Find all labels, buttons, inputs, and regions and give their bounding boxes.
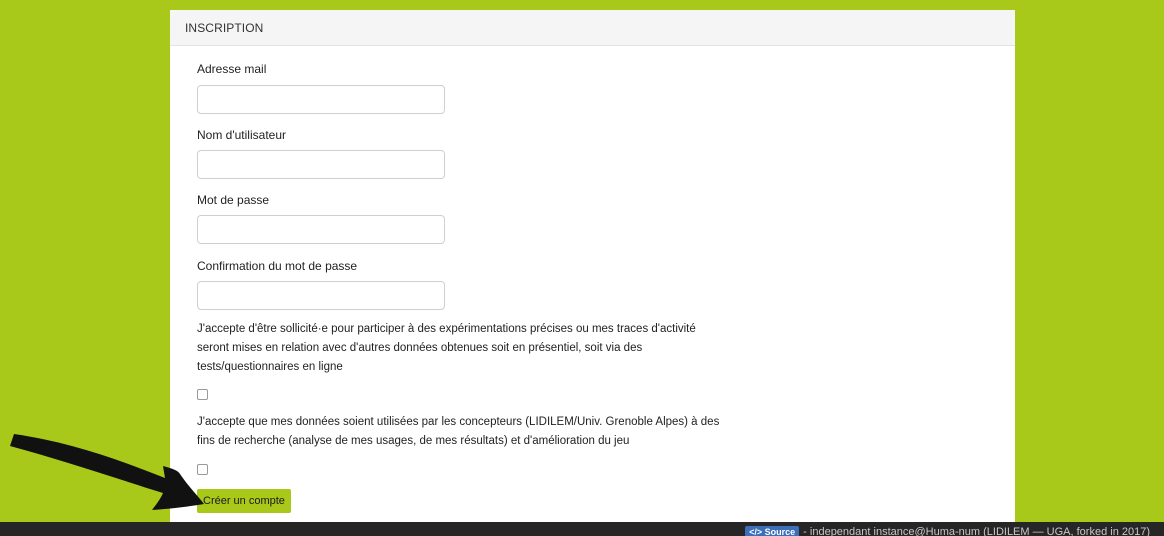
arrow-icon — [10, 434, 204, 510]
annotation-arrow-icon — [10, 434, 204, 510]
